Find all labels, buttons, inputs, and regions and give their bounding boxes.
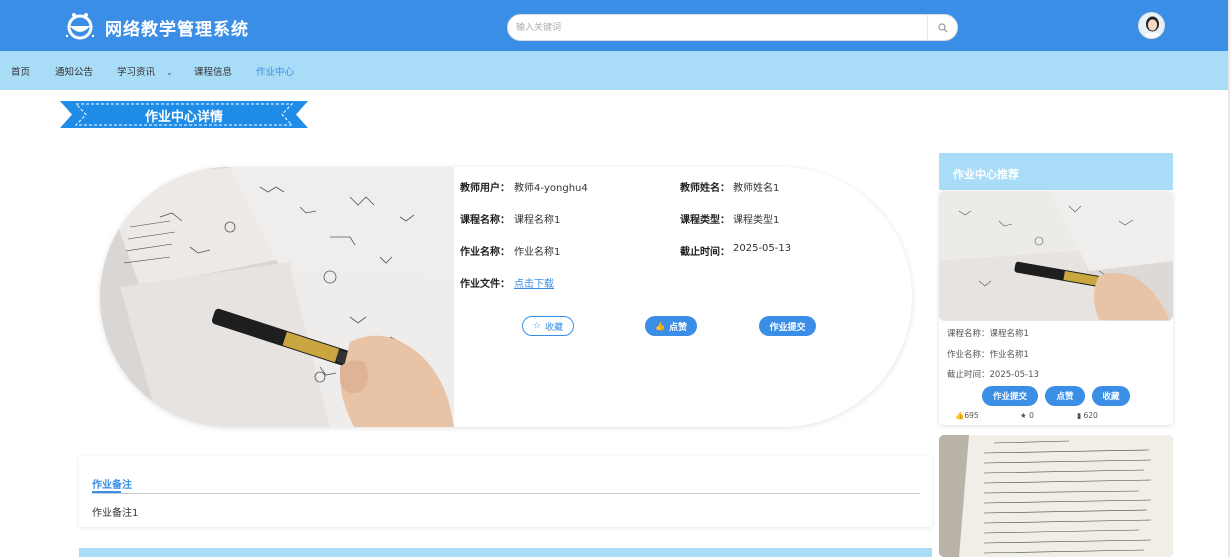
notes-tab-indicator bbox=[92, 491, 121, 493]
deadline-label: 截止时间： bbox=[680, 247, 730, 258]
star-outline-icon: ☆ bbox=[532, 321, 542, 331]
search-button[interactable] bbox=[927, 15, 957, 40]
recommend-submit-button[interactable]: 作业提交 bbox=[982, 386, 1038, 406]
recommend-image bbox=[939, 191, 1173, 321]
thumbs-up-icon: 👍 bbox=[955, 411, 965, 420]
recommend-like-button[interactable]: 点赞 bbox=[1045, 386, 1085, 406]
nav-item-homework[interactable]: 作业中心 bbox=[256, 64, 294, 78]
search-icon bbox=[937, 22, 947, 32]
recommend-views: ▮ 620 bbox=[1077, 411, 1098, 420]
page-title-banner: 作业中心详情 bbox=[60, 101, 308, 128]
homework-name-value: 作业名称1 bbox=[514, 247, 561, 258]
recommend-card-2[interactable] bbox=[939, 435, 1173, 557]
recommend-image-2 bbox=[939, 435, 1173, 557]
recommend-views-count: 620 bbox=[1083, 411, 1098, 420]
deadline-value: 2025-05-13 bbox=[733, 243, 792, 254]
collect-button[interactable]: ☆ 收藏 bbox=[522, 316, 574, 336]
teacher-name-label: 教师姓名： bbox=[680, 183, 730, 194]
recommend-stars: ★ 0 bbox=[1020, 411, 1034, 420]
user-avatar[interactable] bbox=[1138, 12, 1165, 39]
notes-content: 作业备注1 bbox=[92, 508, 139, 519]
nav-item-learning[interactable]: 学习资讯 ⌄ bbox=[117, 64, 173, 78]
notes-panel: 作业备注 作业备注1 bbox=[79, 456, 932, 527]
homework-name-label: 作业名称： bbox=[460, 247, 510, 258]
search-box[interactable] bbox=[507, 14, 958, 41]
search-input[interactable] bbox=[516, 20, 916, 36]
download-link[interactable]: 点击下载 bbox=[514, 275, 554, 290]
detail-card: 教师用户： 教师4-yonghu4 教师姓名： 教师姓名1 课程名称： 课程名称… bbox=[100, 167, 912, 427]
course-name-value: 课程名称1 bbox=[514, 215, 561, 226]
course-type-label: 课程类型： bbox=[680, 215, 730, 226]
course-type-value: 课程类型1 bbox=[733, 215, 780, 226]
collect-button-label: 收藏 bbox=[545, 322, 564, 333]
teacher-user-value: 教师4-yonghu4 bbox=[514, 183, 588, 194]
next-section-header bbox=[79, 548, 932, 557]
header-bar: 网络教学管理系统 bbox=[0, 0, 1230, 51]
notes-divider bbox=[92, 493, 920, 494]
recommend-deadline: 截止时间：2025-05-13 bbox=[947, 370, 1039, 380]
recommend-title: 作业中心推荐 bbox=[953, 168, 1019, 181]
recommend-homework: 作业名称：作业名称1 bbox=[947, 350, 1029, 360]
star-icon: ★ bbox=[1020, 411, 1030, 420]
notes-tab[interactable]: 作业备注 bbox=[92, 476, 132, 491]
nav-item-learning-label: 学习资讯 bbox=[117, 67, 156, 78]
like-button[interactable]: 👍 点赞 bbox=[645, 316, 697, 336]
site-title: 网络教学管理系统 bbox=[105, 20, 249, 40]
page-title: 作业中心详情 bbox=[144, 110, 223, 125]
recommend-header: 作业中心推荐 bbox=[939, 153, 1173, 190]
homework-image bbox=[100, 167, 454, 427]
nav-item-home[interactable]: 首页 bbox=[11, 64, 30, 78]
recommend-card[interactable]: 课程名称：课程名称1 作业名称：作业名称1 截止时间：2025-05-13 作业… bbox=[939, 191, 1173, 425]
teacher-name-value: 教师姓名1 bbox=[733, 183, 780, 194]
file-label: 作业文件： bbox=[460, 279, 510, 290]
recommend-course: 课程名称：课程名称1 bbox=[947, 329, 1029, 339]
nav-item-course[interactable]: 课程信息 bbox=[194, 64, 232, 78]
nav-item-notice[interactable]: 通知公告 bbox=[55, 64, 93, 78]
thumbs-up-icon: 👍 bbox=[655, 321, 665, 331]
logo-icon bbox=[65, 13, 95, 40]
recommend-likes: 👍695 bbox=[955, 411, 979, 420]
submit-homework-button[interactable]: 作业提交 bbox=[759, 316, 816, 336]
recommend-stars-count: 0 bbox=[1029, 411, 1034, 420]
like-button-label: 点赞 bbox=[668, 322, 687, 333]
nav-bar: 首页 通知公告 学习资讯 ⌄ 课程信息 作业中心 bbox=[0, 51, 1230, 90]
recommend-likes-count: 695 bbox=[964, 411, 979, 420]
course-name-label: 课程名称： bbox=[460, 215, 510, 226]
chevron-down-icon: ⌄ bbox=[166, 68, 173, 77]
teacher-user-label: 教师用户： bbox=[460, 183, 510, 194]
recommend-collect-button[interactable]: 收藏 bbox=[1092, 386, 1130, 406]
